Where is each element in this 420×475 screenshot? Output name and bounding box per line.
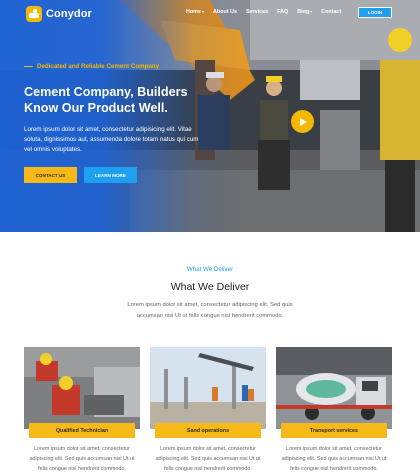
hero-title: Cement Company, Builders Know Our Produc… bbox=[24, 85, 188, 115]
brand-name: Conydor bbox=[46, 8, 92, 20]
learn-more-button[interactable]: LEARN MORE bbox=[84, 167, 137, 183]
card-text: Lorem ipsum dolor sit amet, consectetur … bbox=[155, 446, 261, 472]
nav-item-faq[interactable]: FAQ bbox=[277, 9, 288, 15]
hero-section: Conydor Home About Us Services FAQ Blog … bbox=[0, 0, 420, 232]
contact-us-button[interactable]: CONTACT US bbox=[24, 167, 77, 183]
card-text: Lorem ipsum dolor sit amet, consectetur … bbox=[281, 446, 387, 472]
section-eyebrow: What We Deliver bbox=[186, 266, 234, 273]
truck-logo-icon bbox=[26, 6, 42, 22]
nav-item-home[interactable]: Home bbox=[186, 9, 204, 15]
card-label: Sand operations bbox=[155, 423, 261, 438]
play-icon bbox=[300, 117, 307, 126]
section-description: Lorem ipsum dolor sit amet, consectetur … bbox=[127, 302, 293, 319]
section-title: What We Deliver bbox=[170, 281, 250, 293]
chevron-down-icon bbox=[310, 10, 313, 13]
nav-item-blog[interactable]: Blog bbox=[297, 9, 313, 15]
hero-blue-overlay bbox=[0, 0, 420, 232]
nav-item-services[interactable]: Services bbox=[246, 9, 268, 15]
nav-item-label: Home bbox=[186, 9, 201, 15]
nav-item-about[interactable]: About Us bbox=[213, 9, 237, 15]
chevron-down-icon bbox=[201, 10, 204, 13]
card-label: Qualified Technician bbox=[29, 423, 135, 438]
nav-item-label: Contact bbox=[321, 9, 342, 15]
nav-item-label: Services bbox=[245, 9, 269, 15]
nav-item-label: Blog bbox=[297, 9, 310, 15]
brand-logo[interactable]: Conydor bbox=[26, 6, 92, 22]
play-video-button[interactable] bbox=[291, 110, 314, 133]
service-card-technician[interactable]: Qualified Technician Lorem ipsum dolor s… bbox=[24, 347, 140, 475]
hero-description: Lorem ipsum dolor sit amet, consectetur … bbox=[24, 126, 199, 153]
top-navigation: Conydor Home About Us Services FAQ Blog … bbox=[0, 0, 420, 28]
technician-photo bbox=[24, 347, 140, 429]
cement-mixer-photo bbox=[276, 347, 392, 429]
nav-item-contact[interactable]: Contact bbox=[321, 9, 341, 15]
hero-eyebrow-text: Dedicated and Reliable Cement Company bbox=[37, 63, 160, 70]
nav-item-label: FAQ bbox=[277, 9, 289, 15]
nav-item-label: About Us bbox=[212, 9, 237, 15]
service-card-transport[interactable]: Transport services Lorem ipsum dolor sit… bbox=[276, 347, 392, 475]
main-menu: Home About Us Services FAQ Blog Contact bbox=[186, 9, 350, 15]
eyebrow-divider bbox=[24, 66, 33, 67]
service-card-sand[interactable]: Sand operations Lorem ipsum dolor sit am… bbox=[150, 347, 266, 475]
sand-operations-photo bbox=[150, 347, 266, 429]
card-text: Lorem ipsum dolor sit amet, consectetur … bbox=[29, 446, 135, 472]
hero-eyebrow: Dedicated and Reliable Cement Company bbox=[24, 63, 159, 70]
card-label: Transport services bbox=[281, 423, 387, 438]
login-button[interactable]: LOGIN bbox=[358, 7, 392, 18]
